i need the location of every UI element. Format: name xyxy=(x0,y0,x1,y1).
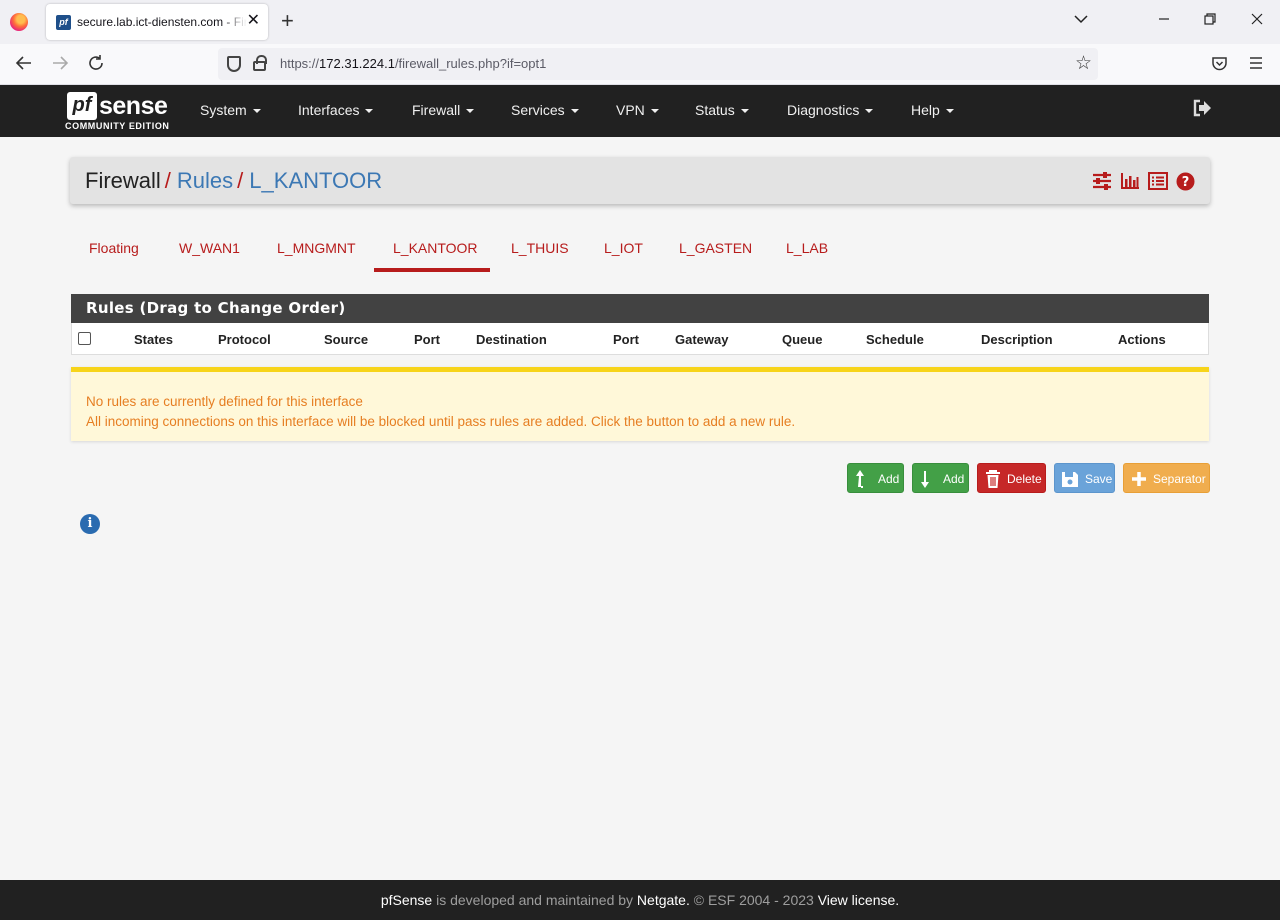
active-tab-indicator xyxy=(374,268,490,272)
breadcrumb-rules-link[interactable]: Rules xyxy=(177,168,233,193)
pfsense-top-navbar: pf sense COMMUNITY EDITION System Interf… xyxy=(0,85,1280,137)
breadcrumb-interface-link[interactable]: L_KANTOOR xyxy=(249,168,382,193)
svg-text:?: ? xyxy=(1182,175,1190,190)
pfsense-favicon-icon: pf xyxy=(56,15,71,30)
warning-line-1: No rules are currently defined for this … xyxy=(86,394,363,409)
tab-l-mngmnt[interactable]: L_MNGMNT xyxy=(277,240,356,256)
trash-icon xyxy=(984,469,1002,489)
add-rule-top-button[interactable]: Add xyxy=(847,463,904,493)
url-text[interactable]: https://172.31.224.1/firewall_rules.php?… xyxy=(280,56,546,71)
column-queue: Queue xyxy=(782,332,823,347)
add-rule-bottom-button[interactable]: Add xyxy=(912,463,969,493)
page-footer: pfSense is developed and maintained by N… xyxy=(0,880,1280,920)
column-schedule: Schedule xyxy=(866,332,924,347)
column-destination-port: Port xyxy=(613,332,639,347)
caret-down-icon xyxy=(570,109,579,114)
sliders-icon[interactable] xyxy=(1092,172,1112,190)
tab-w-wan1[interactable]: W_WAN1 xyxy=(179,240,240,256)
breadcrumb-separator: / xyxy=(237,168,244,193)
menu-diagnostics[interactable]: Diagnostics xyxy=(787,101,874,119)
reload-icon[interactable] xyxy=(87,54,105,76)
caret-down-icon xyxy=(252,109,261,114)
browser-nav-bar: https://172.31.224.1/firewall_rules.php?… xyxy=(0,44,1280,85)
list-log-icon[interactable] xyxy=(1148,172,1168,190)
help-question-icon[interactable]: ? xyxy=(1176,172,1196,191)
footer-pfsense-link[interactable]: pfSense xyxy=(381,892,432,908)
column-gateway: Gateway xyxy=(675,332,729,347)
caret-down-icon xyxy=(945,109,954,114)
minimize-window-icon[interactable] xyxy=(1158,12,1170,30)
footer-text: is developed and maintained by xyxy=(432,892,637,908)
browser-tab-title: secure.lab.ict-diensten.com - Firewall: … xyxy=(77,15,247,29)
breadcrumb: Firewall / Rules / L_KANTOOR xyxy=(85,168,382,194)
select-all-checkbox[interactable] xyxy=(78,332,91,345)
caret-down-icon xyxy=(650,109,659,114)
browser-tab-bar: pf secure.lab.ict-diensten.com - Firewal… xyxy=(0,0,1280,44)
firefox-view-icon[interactable] xyxy=(10,13,28,31)
close-tab-icon[interactable]: ✕ xyxy=(247,12,260,30)
restore-window-icon[interactable] xyxy=(1204,12,1216,30)
site-security-lock-icon[interactable] xyxy=(253,55,267,71)
bar-chart-icon[interactable] xyxy=(1120,172,1140,190)
tab-l-iot[interactable]: L_IOT xyxy=(604,240,643,256)
bookmark-star-icon[interactable]: ☆ xyxy=(1075,52,1092,75)
footer-copyright: © ESF 2004 - 2023 xyxy=(689,892,818,908)
footer-netgate-link[interactable]: Netgate. xyxy=(637,892,690,908)
rules-panel-title: Rules (Drag to Change Order) xyxy=(71,294,1209,323)
caret-down-icon xyxy=(740,109,749,114)
arrow-turn-down-icon xyxy=(919,469,937,489)
menu-services[interactable]: Services xyxy=(511,101,579,119)
tab-l-kantoor[interactable]: L_KANTOOR xyxy=(393,240,478,256)
floppy-disk-icon xyxy=(1061,469,1079,489)
arrow-turn-up-icon xyxy=(854,469,872,489)
forward-arrow-icon[interactable] xyxy=(51,54,69,76)
column-destination: Destination xyxy=(476,332,547,347)
close-window-icon[interactable] xyxy=(1251,12,1263,30)
rules-table-header: States Protocol Source Port Destination … xyxy=(71,323,1209,355)
hamburger-menu-icon[interactable] xyxy=(1248,55,1264,75)
address-bar[interactable]: https://172.31.224.1/firewall_rules.php?… xyxy=(218,48,1098,80)
breadcrumb-panel: Firewall / Rules / L_KANTOOR xyxy=(70,157,1210,204)
menu-status[interactable]: Status xyxy=(695,101,749,119)
tab-floating[interactable]: Floating xyxy=(89,240,139,256)
add-separator-button[interactable]: Separator xyxy=(1123,463,1210,493)
browser-tab[interactable]: pf secure.lab.ict-diensten.com - Firewal… xyxy=(46,4,268,40)
caret-down-icon xyxy=(365,109,374,114)
caret-down-icon xyxy=(865,109,874,114)
pfsense-logo[interactable]: pf sense COMMUNITY EDITION xyxy=(65,90,175,134)
plus-icon xyxy=(1130,469,1148,489)
column-source: Source xyxy=(324,332,369,347)
tracking-protection-shield-icon[interactable] xyxy=(227,56,241,72)
menu-system[interactable]: System xyxy=(200,101,261,119)
info-icon[interactable]: i xyxy=(80,514,100,534)
tab-l-gasten[interactable]: L_GASTEN xyxy=(679,240,752,256)
pocket-icon[interactable] xyxy=(1211,55,1228,76)
column-states: States xyxy=(134,332,174,347)
breadcrumb-separator: / xyxy=(164,168,171,193)
column-description: Description xyxy=(981,332,1053,347)
menu-firewall[interactable]: Firewall xyxy=(412,101,475,119)
menu-vpn[interactable]: VPN xyxy=(616,101,659,119)
back-arrow-icon[interactable] xyxy=(15,54,33,76)
menu-interfaces[interactable]: Interfaces xyxy=(298,101,374,119)
no-rules-warning: No rules are currently defined for this … xyxy=(71,367,1209,441)
save-button[interactable]: Save xyxy=(1054,463,1115,493)
logout-icon[interactable] xyxy=(1192,99,1212,117)
delete-button[interactable]: Delete xyxy=(977,463,1046,493)
column-protocol: Protocol xyxy=(218,332,271,347)
warning-line-2: All incoming connections on this interfa… xyxy=(86,414,796,429)
tab-l-lab[interactable]: L_LAB xyxy=(786,240,828,256)
column-actions: Actions xyxy=(1118,332,1166,347)
column-source-port: Port xyxy=(414,332,440,347)
new-tab-plus-icon[interactable]: + xyxy=(281,10,294,32)
list-all-tabs-chevron-icon[interactable] xyxy=(1074,12,1088,31)
caret-down-icon xyxy=(466,109,475,114)
tab-l-thuis[interactable]: L_THUIS xyxy=(511,240,569,256)
footer-license-link[interactable]: View license. xyxy=(818,892,899,908)
menu-help[interactable]: Help xyxy=(911,101,954,119)
breadcrumb-firewall: Firewall xyxy=(85,168,161,193)
